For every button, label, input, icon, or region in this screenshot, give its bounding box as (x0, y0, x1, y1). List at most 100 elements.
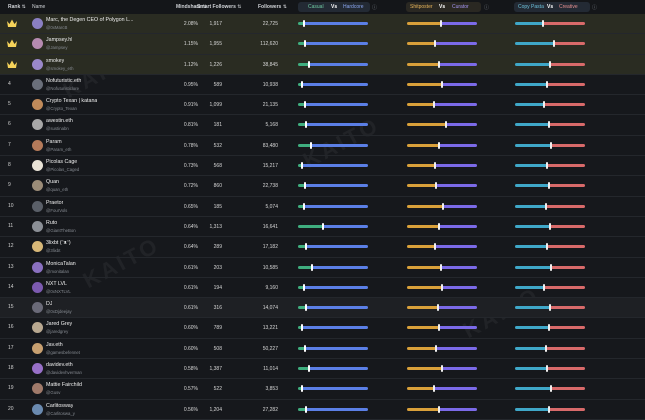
user-name[interactable]: Param (46, 139, 62, 145)
user-handle: @0xMarcB (46, 25, 68, 30)
table-row[interactable]: 5 Crypto Texan | katana @Crypto_Texan 0.91%… (0, 95, 645, 116)
avatar[interactable] (32, 78, 43, 90)
avatar[interactable] (32, 139, 43, 151)
smart-followers-value: 1,917 (209, 21, 222, 27)
ratio-bar (515, 164, 585, 168)
user-name[interactable]: 3lixbt (ᵔᴥᵔ) (46, 240, 71, 246)
avatar[interactable] (32, 403, 43, 415)
table-row[interactable]: 10 Praetor @FourVols 0.65% 185 5,074 (0, 197, 645, 217)
avatar[interactable] (32, 342, 43, 354)
ratio-bar (298, 387, 368, 391)
ratio-bar (515, 123, 585, 127)
info-icon[interactable]: ⓘ (484, 4, 489, 11)
user-name[interactable]: MonicaTalan (46, 261, 76, 267)
user-name[interactable]: DJ (46, 301, 52, 307)
ratio-marker (434, 162, 436, 170)
table-row[interactable]: 9 Quan @quan_eth 0.72% 860 22,738 (0, 176, 645, 197)
user-name[interactable]: Picolas Cage (46, 159, 77, 165)
user-name[interactable]: awestin.eth (46, 118, 73, 124)
avatar[interactable] (32, 180, 43, 192)
followers-header[interactable]: Followers ⇅ (258, 4, 287, 10)
curator-label: Curator (452, 4, 469, 10)
table-row[interactable]: 14 NXT LVL @0xNXTLVL 0.61% 194 9,160 (0, 278, 645, 299)
rank-header[interactable]: Rank ⇅ (8, 4, 26, 10)
table-row[interactable]: Jampsey.hl @Jampsey 1.15% 1,955 112,620 (0, 34, 645, 55)
avatar[interactable] (32, 58, 43, 70)
user-name[interactable]: NXT LVL (46, 281, 67, 287)
avatar[interactable] (32, 383, 43, 395)
avatar[interactable] (32, 38, 43, 50)
table-row[interactable]: 16 Jared Grey @jaredgrey 0.60% 789 13,221 (0, 318, 645, 339)
followers-value: 50,227 (262, 345, 278, 352)
user-name[interactable]: Marc, the Degen CEO of Polygon L... (46, 17, 133, 23)
ratio-marker (434, 243, 436, 251)
rank-number: 14 (8, 283, 14, 290)
vs-label: Vs (439, 4, 446, 10)
user-name[interactable]: Praetor (46, 200, 63, 206)
avatar[interactable] (32, 99, 43, 111)
avatar[interactable] (32, 241, 43, 253)
ratio-marker (300, 385, 303, 393)
user-name[interactable]: Carlitosway (46, 403, 73, 409)
followers-value: 14,074 (262, 305, 278, 312)
smart-followers-header[interactable]: Smart Followers ⇅ (197, 4, 242, 10)
avatar[interactable] (32, 160, 43, 172)
user-name[interactable]: Jared Grey (46, 321, 72, 327)
followers-value: 5,074 (265, 203, 278, 210)
user-name[interactable]: Jav.eth (46, 342, 63, 348)
table-row[interactable]: smokey @smokey_eth 1.12% 1,226 38,845 (0, 54, 645, 75)
ratio-marker (545, 162, 548, 170)
avatar[interactable] (32, 261, 43, 273)
avatar[interactable] (32, 281, 43, 293)
avatar[interactable] (32, 302, 43, 314)
table-row[interactable]: Marc, the Degen CEO of Polygon L... @0xMa… (0, 14, 645, 35)
avatar[interactable] (32, 18, 43, 29)
table-row[interactable]: 19 Mattie Fairchild @Gusv 0.57% 522 3,853 (0, 379, 645, 400)
table-header: Rank ⇅ Name Mindshare ⇅ Smart Followers … (0, 0, 645, 14)
ratio-marker (307, 60, 310, 68)
vs-label: Vs (331, 4, 338, 10)
followers-value: 15,217 (262, 163, 278, 170)
table-row[interactable]: 6 awestin.eth @sustinabn 0.81% 181 5,168 (0, 115, 645, 136)
user-name[interactable]: Ruto (46, 220, 57, 226)
user-name[interactable]: smokey (46, 58, 64, 64)
smart-followers-value: 203 (213, 264, 222, 271)
ratio-marker (302, 202, 305, 210)
table-row[interactable]: 11 Ruto @GiantTheBon 0.64% 1,313 16,641 (0, 217, 645, 238)
user-name[interactable]: Crypto Texan | katana (46, 98, 97, 104)
avatar[interactable] (32, 322, 43, 334)
table-row[interactable]: 7 Param @Param_eth 0.78% 532 83,480 (0, 136, 645, 157)
avatar[interactable] (32, 119, 43, 131)
user-handle: @0xNXTLVL (46, 288, 71, 294)
user-handle: @monitalan (46, 268, 69, 274)
table-row[interactable]: 17 Jav.eth @gamesbefennet 0.60% 508 50,227 (0, 339, 645, 360)
smart-followers-value: 185 (213, 203, 222, 210)
table-row[interactable]: 18 davidev.eth @davidevhverman 0.58% 1,387 11… (0, 359, 645, 380)
avatar[interactable] (32, 363, 43, 375)
ratio-marker (542, 20, 544, 27)
user-name[interactable]: davidev.eth (46, 362, 73, 368)
user-name[interactable]: Nofuturistic.eth (46, 78, 81, 84)
followers-value: 83,480 (262, 142, 278, 149)
user-name[interactable]: Mattie Fairchild (46, 382, 82, 388)
table-row[interactable]: 20 Carlitosway @Carlitoswa_y 0.56% 1,204 27,2… (0, 400, 645, 420)
info-icon[interactable]: ⓘ (372, 4, 377, 11)
ratio-marker (437, 60, 440, 68)
rank-number: 8 (8, 162, 11, 169)
table-row[interactable]: 4 Nofuturistic.eth @Nofuturisticlore 0.95% 5… (0, 75, 645, 96)
name-header: Name (32, 4, 46, 10)
table-row[interactable]: 13 MonicaTalan @monitalan 0.61% 203 10,585 (0, 258, 645, 278)
ratio-marker (304, 101, 306, 109)
table-row[interactable]: 15 DJ @0xDjdeejay 0.61% 316 14,074 (0, 298, 645, 319)
followers-value: 22,738 (262, 183, 278, 190)
casual-label: Casual (308, 4, 324, 10)
user-name[interactable]: Quan (46, 179, 59, 185)
table-row[interactable]: 12 3lixbt (ᵔᴥᵔ) @3lixbt 0.64% 289 17,182 (0, 237, 645, 258)
user-name[interactable]: Jampsey.hl (46, 37, 72, 43)
avatar[interactable] (32, 220, 43, 232)
info-icon[interactable]: ⓘ (592, 4, 597, 11)
ratio-marker (439, 263, 442, 271)
avatar[interactable] (32, 200, 43, 212)
table-row[interactable]: 8 Picolas Cage @Picolas_Caged 0.73% 568 15,21… (0, 156, 645, 177)
followers-value: 27,282 (262, 406, 278, 413)
